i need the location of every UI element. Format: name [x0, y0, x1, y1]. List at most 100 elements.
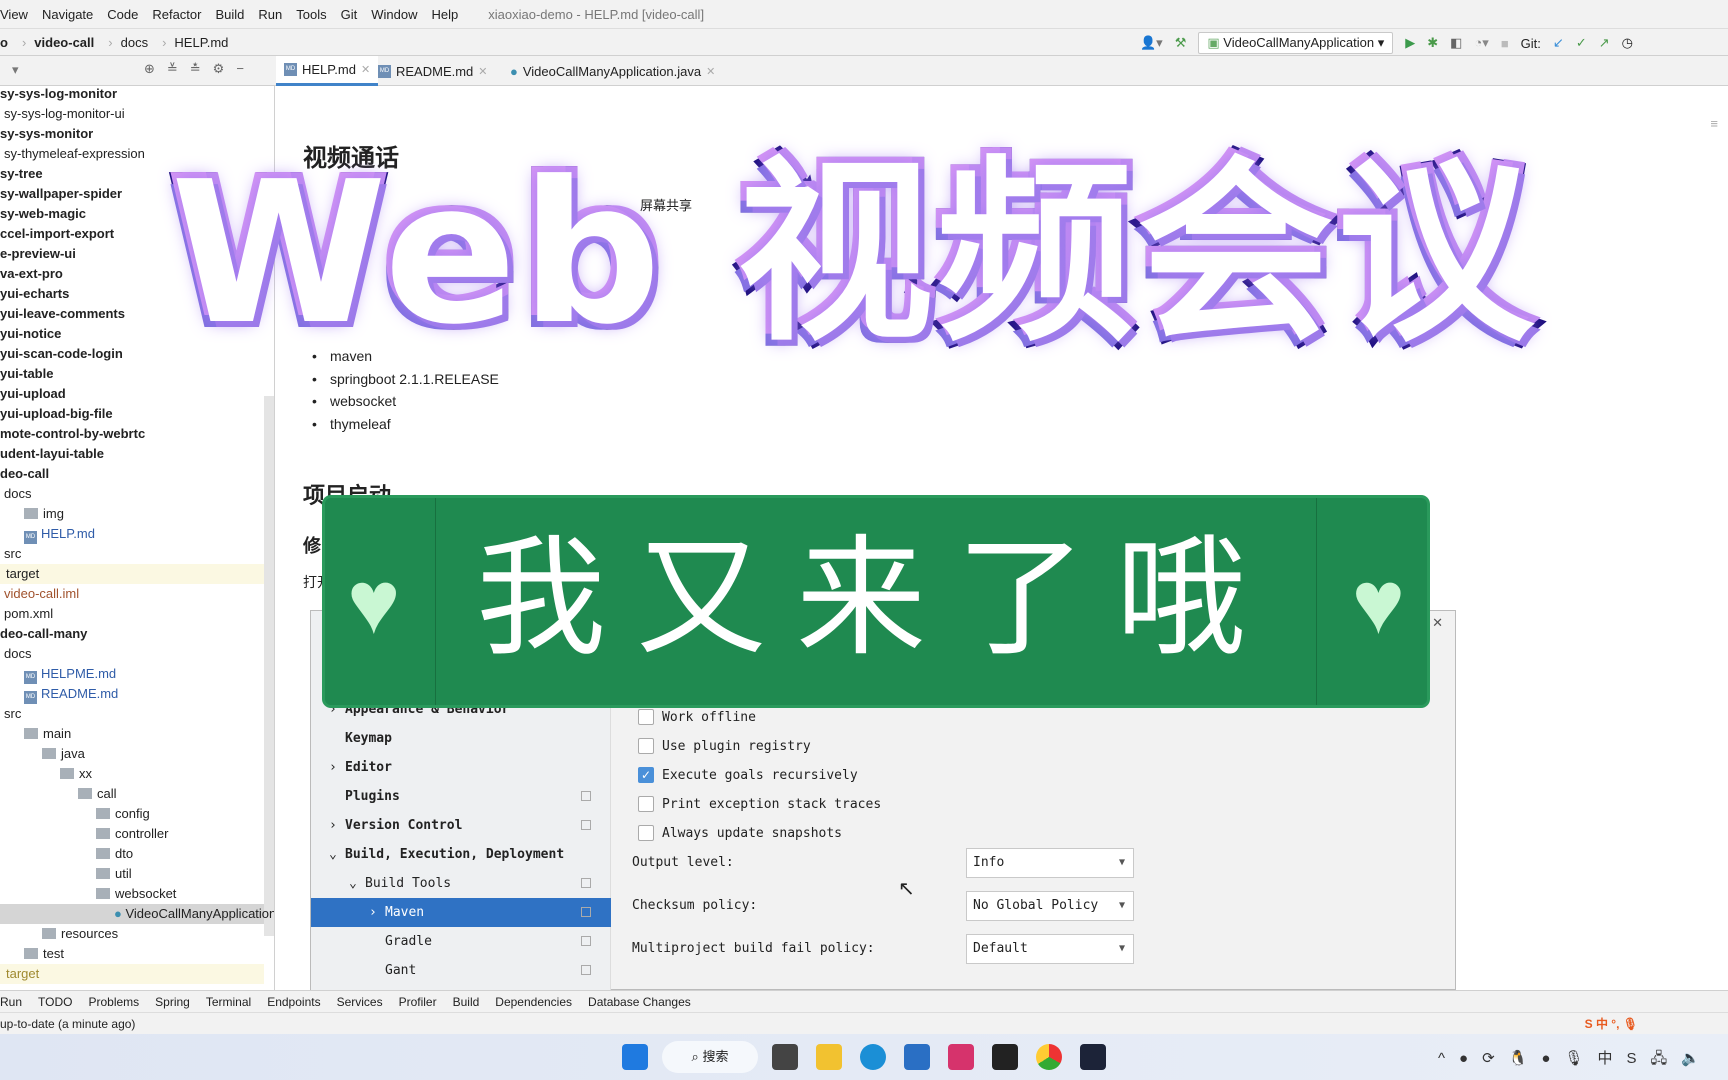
- tree-item[interactable]: yui-upload: [0, 384, 66, 404]
- tree-item[interactable]: pom.xml: [4, 604, 53, 624]
- tree-item[interactable]: sy-sys-monitor: [0, 124, 93, 144]
- menu-icon[interactable]: ≡: [1710, 116, 1718, 131]
- menu-code[interactable]: Code: [107, 7, 138, 22]
- checkbox[interactable]: [638, 825, 654, 841]
- tree-item[interactable]: ccel-import-export: [0, 224, 114, 244]
- tool-window-button[interactable]: Endpoints: [267, 995, 320, 1009]
- tree-item[interactable]: yui-echarts: [0, 284, 69, 304]
- breadcrumb-item[interactable]: docs: [121, 35, 148, 50]
- tool-window-button[interactable]: Profiler: [399, 995, 437, 1009]
- tree-item[interactable]: ● VideoCallManyApplication: [0, 904, 274, 924]
- taskbar-search[interactable]: ⌕ 搜索: [662, 1041, 758, 1073]
- menu-view[interactable]: View: [0, 7, 28, 22]
- tool-window-button[interactable]: TODO: [38, 995, 72, 1009]
- terminal-icon[interactable]: [992, 1044, 1018, 1070]
- tree-item[interactable]: xx: [60, 764, 92, 784]
- dropdown[interactable]: Default: [966, 934, 1134, 964]
- tree-item[interactable]: sy-wallpaper-spider: [0, 184, 122, 204]
- chevron-down-icon[interactable]: ⌄: [329, 840, 345, 869]
- tree-item[interactable]: resources: [42, 924, 118, 944]
- system-tray-icons[interactable]: ^●⟳🐧●🎙中S🖧🔈: [1438, 1047, 1714, 1073]
- build-hammer-icon[interactable]: ⚒: [1175, 35, 1187, 51]
- store-icon[interactable]: [904, 1044, 930, 1070]
- settings-nav-item[interactable]: ⌄ Build Tools: [311, 869, 611, 898]
- tree-item[interactable]: util: [96, 864, 132, 884]
- tree-item[interactable]: call: [78, 784, 117, 804]
- app-icon[interactable]: [1080, 1044, 1106, 1070]
- git-update-icon[interactable]: ↙: [1553, 35, 1564, 51]
- tree-item[interactable]: video-call.iml: [4, 584, 79, 604]
- tool-window-button[interactable]: Problems: [88, 995, 139, 1009]
- tree-item[interactable]: sy-sys-log-monitor-ui: [4, 104, 125, 124]
- project-toolbar-icons[interactable]: ⊕≚≛⚙−: [144, 61, 256, 77]
- chrome-icon[interactable]: [1036, 1044, 1062, 1070]
- close-tab-icon[interactable]: ✕: [706, 65, 715, 78]
- checkbox[interactable]: [638, 796, 654, 812]
- tree-item[interactable]: controller: [96, 824, 168, 844]
- tree-item[interactable]: yui-notice: [0, 324, 61, 344]
- chevron-right-icon[interactable]: ›: [329, 811, 345, 840]
- breadcrumb-item[interactable]: HELP.md: [174, 35, 228, 50]
- settings-nav-item[interactable]: Gant: [311, 956, 611, 985]
- stop-icon[interactable]: ■: [1501, 36, 1509, 51]
- task-view-icon[interactable]: [772, 1044, 798, 1070]
- tree-item[interactable]: yui-leave-comments: [0, 304, 125, 324]
- settings-nav-item[interactable]: Keymap: [311, 724, 611, 753]
- editor-tab[interactable]: MD README.md ✕: [370, 56, 496, 86]
- menu-run[interactable]: Run: [258, 7, 282, 22]
- tree-item[interactable]: udent-layui-table: [0, 444, 104, 464]
- file-explorer-icon[interactable]: [816, 1044, 842, 1070]
- dropdown[interactable]: No Global Policy: [966, 891, 1134, 921]
- tree-item[interactable]: mote-control-by-webrtc: [0, 424, 145, 444]
- menu-build[interactable]: Build: [215, 7, 244, 22]
- history-icon[interactable]: ◷: [1622, 35, 1633, 51]
- chevron-down-icon[interactable]: ▾: [12, 62, 19, 78]
- git-push-icon[interactable]: ↗: [1599, 35, 1610, 51]
- menu-refactor[interactable]: Refactor: [152, 7, 201, 22]
- user-icon[interactable]: 👤▾: [1140, 35, 1163, 51]
- run-configuration-select[interactable]: ▣ VideoCallManyApplication ▾: [1198, 32, 1394, 54]
- chevron-right-icon[interactable]: ›: [369, 898, 385, 927]
- tree-item[interactable]: yui-upload-big-file: [0, 404, 113, 424]
- tree-item[interactable]: test: [24, 944, 64, 964]
- tree-item[interactable]: MD HELPME.md: [24, 664, 116, 684]
- settings-nav-item[interactable]: Plugins: [311, 782, 611, 811]
- profile-icon[interactable]: ◔▾: [1474, 35, 1488, 51]
- tree-item[interactable]: config: [96, 804, 150, 824]
- tree-item[interactable]: target: [0, 964, 264, 984]
- tool-window-button[interactable]: Terminal: [206, 995, 251, 1009]
- tree-item[interactable]: sy-web-magic: [0, 204, 86, 224]
- tree-item[interactable]: websocket: [96, 884, 176, 904]
- menu-git[interactable]: Git: [341, 7, 358, 22]
- edge-icon[interactable]: [860, 1044, 886, 1070]
- intellij-icon[interactable]: [948, 1044, 974, 1070]
- tool-window-button[interactable]: Services: [337, 995, 383, 1009]
- close-tab-icon[interactable]: ✕: [478, 65, 487, 78]
- tree-item[interactable]: docs: [4, 484, 31, 504]
- dropdown[interactable]: Info: [966, 848, 1134, 878]
- tree-item[interactable]: deo-call: [0, 464, 49, 484]
- checkbox[interactable]: [638, 738, 654, 754]
- settings-nav-item[interactable]: › Version Control: [311, 811, 611, 840]
- tool-window-button[interactable]: Spring: [155, 995, 190, 1009]
- menu-window[interactable]: Window: [371, 7, 417, 22]
- tree-item[interactable]: target: [0, 564, 264, 584]
- tool-window-button[interactable]: Run: [0, 995, 22, 1009]
- run-icon[interactable]: ▶: [1405, 35, 1415, 51]
- tree-item[interactable]: sy-tree: [0, 164, 43, 184]
- tree-item[interactable]: java: [42, 744, 85, 764]
- scrollbar[interactable]: [264, 396, 274, 936]
- chevron-right-icon[interactable]: ›: [329, 753, 345, 782]
- tree-item[interactable]: yui-table: [0, 364, 53, 384]
- debug-icon[interactable]: ✱: [1427, 35, 1438, 51]
- tree-item[interactable]: src: [4, 704, 21, 724]
- tree-item[interactable]: src: [4, 544, 21, 564]
- close-icon[interactable]: ✕: [1432, 615, 1443, 631]
- breadcrumb-item[interactable]: o: [0, 35, 8, 50]
- menu-navigate[interactable]: Navigate: [42, 7, 93, 22]
- windows-start-icon[interactable]: [622, 1044, 648, 1070]
- tree-item[interactable]: e-preview-ui: [0, 244, 76, 264]
- menu-tools[interactable]: Tools: [296, 7, 326, 22]
- close-tab-icon[interactable]: ✕: [361, 63, 370, 76]
- tree-item[interactable]: yui-scan-code-login: [0, 344, 123, 364]
